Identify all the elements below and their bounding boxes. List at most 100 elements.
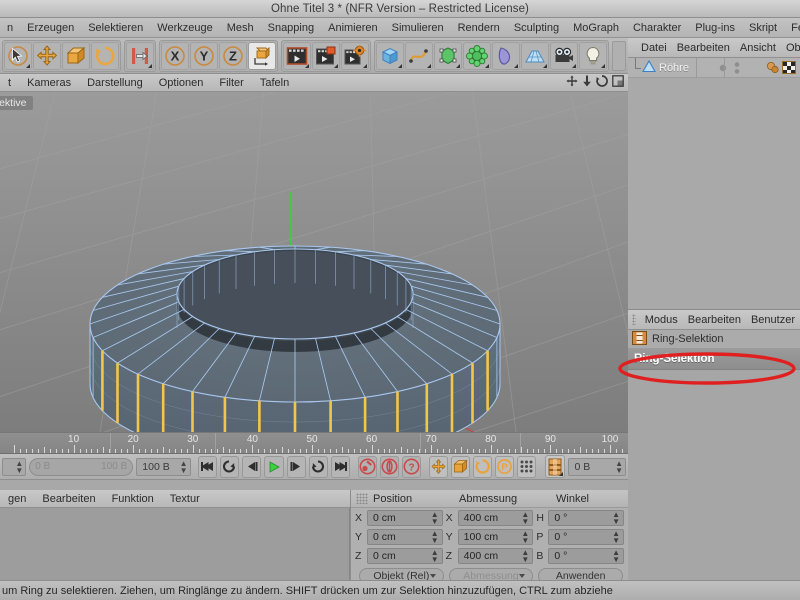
button-submenu-corner-icon[interactable] (543, 64, 547, 68)
toolbar-button-y-axis[interactable]: Y (190, 42, 218, 70)
toolbar-button-live-selection[interactable] (4, 42, 32, 70)
toolbar-button-z-axis[interactable]: Z (219, 42, 247, 70)
menu-item-skript[interactable]: Skript (742, 18, 784, 38)
menu-item-snapping[interactable]: Snapping (261, 18, 322, 38)
button-submenu-corner-icon[interactable] (26, 64, 30, 68)
step-forward-button[interactable] (287, 456, 306, 478)
toolbar-button-modeling-axis[interactable] (126, 42, 154, 70)
viewport-menu-tafeln[interactable]: Tafeln (252, 74, 297, 92)
menu-item-werkzeuge[interactable]: Werkzeuge (150, 18, 219, 38)
current-frame-field[interactable]: 0 B ▲▼ (568, 458, 626, 476)
coord-stepper-icon[interactable]: ▲▼ (431, 530, 439, 544)
button-submenu-corner-icon[interactable] (398, 64, 402, 68)
key-mode-button[interactable]: ? (402, 456, 421, 478)
dolly-icon[interactable] (582, 75, 592, 90)
timeline-range-field[interactable]: 0 B 100 B (29, 458, 133, 476)
coord-stepper-icon[interactable]: ▲▼ (612, 530, 620, 544)
attribute-menu-benutzer[interactable]: Benutzer (746, 310, 800, 330)
go-to-end-button[interactable] (331, 456, 350, 478)
timeline-ruler[interactable]: 102030405060708090100 (0, 432, 628, 454)
attribute-menu-bearbeiten[interactable]: Bearbeiten (683, 310, 746, 330)
scale-key-button[interactable] (451, 456, 470, 478)
play-backward-loop-button[interactable] (220, 456, 239, 478)
toolbar-button-light[interactable] (579, 42, 607, 70)
menu-item-animieren[interactable]: Animieren (321, 18, 385, 38)
menu-item-mesh[interactable]: Mesh (220, 18, 261, 38)
coord-field-size-y[interactable]: 100 cm▲▼ (458, 529, 534, 545)
coord-field-angle-h[interactable]: 0 °▲▼ (548, 510, 624, 526)
viewport-menu-darstellung[interactable]: Darstellung (79, 74, 151, 92)
attribute-menu-modus[interactable]: Modus (640, 310, 683, 330)
menu-item-charakter[interactable]: Charakter (626, 18, 688, 38)
toolbar-button-move[interactable] (33, 42, 61, 70)
button-submenu-corner-icon[interactable] (456, 64, 460, 68)
menu-item-n[interactable]: n (0, 18, 20, 38)
button-submenu-corner-icon[interactable] (148, 64, 152, 68)
menu-item-mograph[interactable]: MoGraph (566, 18, 626, 38)
object-menu-bearbeiten[interactable]: Bearbeiten (672, 38, 735, 58)
timeline-layout-button[interactable] (545, 455, 565, 478)
position-key-button[interactable] (429, 456, 448, 478)
coord-stepper-icon[interactable]: ▲▼ (612, 549, 620, 563)
coord-field-position-x[interactable]: 0 cm▲▼ (367, 510, 443, 526)
coord-field-position-y[interactable]: 0 cm▲▼ (367, 529, 443, 545)
toolbar-button-x-axis[interactable]: X (161, 42, 189, 70)
toolbar-button-camera[interactable] (550, 42, 578, 70)
viewport-menu-filter[interactable]: Filter (211, 74, 251, 92)
param-key-button[interactable]: P (495, 456, 514, 478)
panel-grip-icon[interactable] (356, 493, 368, 504)
button-submenu-corner-icon[interactable] (485, 64, 489, 68)
timeline-left-stepper[interactable]: ▲▼ (2, 458, 26, 476)
button-submenu-corner-icon[interactable] (514, 64, 518, 68)
toolbar-overflow-handle[interactable] (612, 41, 626, 71)
material-menu-bearbeiten[interactable]: Bearbeiten (34, 490, 103, 508)
menu-item-selektieren[interactable]: Selektieren (81, 18, 150, 38)
chevron-down-icon[interactable] (430, 574, 436, 578)
toolbar-button-scale[interactable] (62, 42, 90, 70)
menu-item-plug-ins[interactable]: Plug-ins (688, 18, 742, 38)
toolbar-button-render-settings[interactable] (341, 42, 369, 70)
pan-icon[interactable] (566, 75, 578, 90)
toolbar-button-bend-deformer[interactable] (492, 42, 520, 70)
toolbar-button-cube-primitive[interactable] (376, 42, 404, 70)
object-manager-tree[interactable]: Röhre (628, 58, 800, 310)
toolbar-button-nurbs[interactable] (434, 42, 462, 70)
coord-stepper-icon[interactable]: ▲▼ (521, 511, 529, 525)
coord-stepper-icon[interactable]: ▲▼ (521, 530, 529, 544)
coord-field-size-x[interactable]: 400 cm▲▼ (458, 510, 534, 526)
button-submenu-corner-icon[interactable] (601, 64, 605, 68)
coord-field-angle-b[interactable]: 0 °▲▼ (548, 548, 624, 564)
attribute-tool-row[interactable]: Ring-Selektion (628, 330, 800, 349)
autokey-button[interactable] (380, 456, 399, 478)
button-submenu-corner-icon[interactable] (363, 64, 367, 68)
object-menu-ob[interactable]: Ob (781, 38, 800, 58)
coord-stepper-icon[interactable]: ▲▼ (612, 511, 620, 525)
pla-key-button[interactable] (517, 456, 536, 478)
tube-mesh[interactable] (90, 246, 500, 432)
viewport-menu-kameras[interactable]: Kameras (19, 74, 79, 92)
button-submenu-corner-icon[interactable] (427, 64, 431, 68)
timeline-max-field[interactable]: 100 B ▲▼ (136, 458, 190, 476)
step-back-button[interactable] (242, 456, 261, 478)
toolbar-button-rotate[interactable] (91, 42, 119, 70)
coord-field-angle-p[interactable]: 0 °▲▼ (548, 529, 624, 545)
record-key-button[interactable] (358, 456, 377, 478)
rotation-key-button[interactable] (473, 456, 492, 478)
viewport-3d-scene[interactable] (0, 92, 628, 432)
menu-item-sculpting[interactable]: Sculpting (507, 18, 566, 38)
button-submenu-corner-icon[interactable] (572, 64, 576, 68)
menu-item-fenster[interactable]: Fenster (784, 18, 800, 38)
menu-item-simulieren[interactable]: Simulieren (385, 18, 451, 38)
rotate-view-icon[interactable] (596, 75, 608, 90)
toolbar-button-deformer[interactable] (463, 42, 491, 70)
coord-field-size-z[interactable]: 400 cm▲▼ (458, 548, 534, 564)
go-to-start-button[interactable] (198, 456, 217, 478)
maximize-view-icon[interactable] (612, 75, 624, 90)
object-menu-ansicht[interactable]: Ansicht (735, 38, 781, 58)
play-button[interactable] (264, 456, 283, 478)
chevron-down-icon[interactable] (519, 574, 525, 578)
menu-item-rendern[interactable]: Rendern (451, 18, 507, 38)
toolbar-button-render-view[interactable] (283, 42, 311, 70)
material-menu-textur[interactable]: Textur (162, 490, 208, 508)
button-submenu-corner-icon[interactable] (305, 64, 309, 68)
